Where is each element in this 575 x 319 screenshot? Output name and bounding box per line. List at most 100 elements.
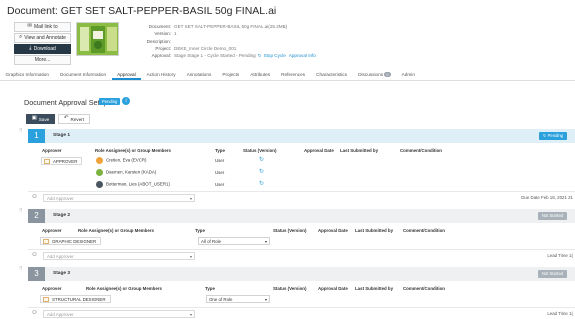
pending-spinner-icon: ↻ <box>259 157 265 163</box>
stage-2-header[interactable]: 2 Stage 2 Not Started <box>28 209 575 223</box>
view-annotate-button[interactable]: ⌕ View and Annotate <box>14 33 71 43</box>
pending-spinner-icon: ↻ <box>259 169 265 175</box>
refresh-icon[interactable]: ↻ <box>258 52 262 59</box>
col-role: Role Assignee(s) or Group Members <box>95 148 171 153</box>
chevron-down-icon: ▾ <box>264 297 267 302</box>
chevron-down-icon: ▾ <box>189 311 192 317</box>
add-user-icon: ⚇ <box>32 194 37 200</box>
pending-spinner-icon: ↻ <box>259 181 265 187</box>
page-title: Document Approval Setup <box>24 98 108 107</box>
col-last-submitted: Last Submitted by <box>340 148 379 153</box>
stop-cycle-link[interactable]: Stop Cycle <box>264 52 286 59</box>
chevron-down-icon: ▾ <box>189 253 192 259</box>
stage-status-badge: Not Started <box>537 270 567 278</box>
list-item[interactable]: Cretien, Eva (EVCR) <box>96 157 147 164</box>
drag-handle-icon[interactable]: ⠿ <box>19 266 23 272</box>
role-icon <box>43 238 49 244</box>
col-type: Type <box>205 286 215 291</box>
tab-references[interactable]: References <box>276 68 311 80</box>
col-approval-date: Approval Date <box>304 148 334 153</box>
document-title-name: GET SET SALT-PEPPER-BASIL 50g FINAL.ai <box>60 5 277 17</box>
col-status: Status (Version) <box>273 286 307 291</box>
avatar <box>96 157 103 164</box>
col-comment: Comment/Condition <box>403 228 445 233</box>
col-approver: Approver <box>42 286 62 291</box>
stage-status-badge: Not Started <box>537 212 567 220</box>
col-role: Role Assignee(s) or Group Members <box>78 228 154 233</box>
stage-number: 3 <box>28 267 45 281</box>
col-status: Status (Version) <box>273 228 307 233</box>
tab-graphics-information[interactable]: Graphics Information <box>0 68 55 80</box>
info-icon[interactable]: i <box>122 97 130 105</box>
drag-handle-icon[interactable]: ⠿ <box>19 128 23 134</box>
revert-button[interactable]: ↶ Revert <box>58 114 90 124</box>
col-approver: Approver <box>42 148 62 153</box>
approver-role[interactable]: APPROVER <box>41 157 83 165</box>
lead-time: Lead Time 1( <box>547 311 573 316</box>
document-thumbnail[interactable] <box>76 22 119 56</box>
tab-bar: Graphics Information Document Informatio… <box>0 68 575 81</box>
add-approver-row: ⚇ Add Approver ▾ Due Date Feb 18, 2021 2… <box>28 191 575 202</box>
list-item[interactable]: Daemen, Karsten (KADA) <box>96 169 156 176</box>
stage-name: Stage 1 <box>53 133 71 138</box>
avatar <box>96 181 103 188</box>
tab-attributes[interactable]: Attributes <box>245 68 276 80</box>
tab-document-information[interactable]: Document Information <box>55 68 112 80</box>
document-metadata: Document: GET SET SALT-PEPPER-BASIL 50g F… <box>146 24 316 59</box>
approver-role[interactable]: STRUCTURAL DESIGNER <box>40 295 111 303</box>
undo-icon: ↶ <box>63 115 69 122</box>
member-type: User <box>215 170 225 175</box>
col-role: Role Assignee(s) or Group Members <box>86 286 162 291</box>
approver-role[interactable]: GRAPHIC DESIGNER <box>40 237 102 245</box>
add-approver-row: ⚇ Add Approver ▾ Lead Time 1( <box>28 307 575 318</box>
mail-link-button[interactable]: ✉ Mail link to <box>14 22 71 32</box>
add-approver-input[interactable]: Add Approver ▾ <box>43 251 195 260</box>
list-item[interactable]: Botterman, Lies (ABOT_USER1) <box>96 181 170 188</box>
tab-annotations[interactable]: Annotations <box>181 68 217 80</box>
col-type: Type <box>215 148 225 153</box>
tab-approval[interactable]: Approval <box>111 68 142 80</box>
chevron-down-icon: ▾ <box>189 195 192 201</box>
col-approval-date: Approval Date <box>318 286 348 291</box>
stage-name: Stage 2 <box>53 213 71 218</box>
save-icon: ▣ <box>31 115 37 122</box>
approval-status: Stage Stage 1 - Cycle Started - Pending <box>174 53 256 59</box>
save-button[interactable]: ▣ Save <box>26 114 55 124</box>
type-select[interactable]: One of Role ▾ <box>206 295 270 303</box>
document-filename: GET SET SALT-PEPPER-BASIL 50g FINAL.ai(2… <box>174 24 288 29</box>
version-value: 1 <box>174 31 177 37</box>
drag-handle-icon[interactable]: ⠿ <box>19 208 23 214</box>
lead-time: Lead Time 1( <box>547 253 573 258</box>
stage-3-header[interactable]: 3 Stage 3 Not Started <box>28 267 575 281</box>
approval-info-link[interactable]: Approval Info <box>289 52 316 59</box>
refresh-icon: ↻ <box>542 133 547 138</box>
stage-status-badge: ↻ Pending <box>538 132 567 140</box>
type-select[interactable]: All of Role ▾ <box>198 237 270 245</box>
project-link[interactable]: DEKE_Inner Circle Demo_001 <box>174 45 236 52</box>
document-title-prefix: Document: <box>7 5 58 17</box>
col-approver: Approver <box>42 228 62 233</box>
stage-1-header[interactable]: 1 Stage 1 ↻ Pending <box>28 129 575 143</box>
document-title: Document: GET SET SALT-PEPPER-BASIL 50g … <box>7 5 276 17</box>
tab-characteristics[interactable]: Characteristics <box>311 68 353 80</box>
download-button[interactable]: ⤓ Download <box>14 44 71 54</box>
status-badge: Pending <box>99 98 121 105</box>
tab-action-history[interactable]: Action History <box>141 68 181 80</box>
more-button[interactable]: More... <box>14 55 71 65</box>
col-comment: Comment/Condition <box>403 286 445 291</box>
role-icon <box>44 158 50 164</box>
tab-discussions[interactable]: Discussions 0 <box>353 68 397 80</box>
chevron-down-icon: ▾ <box>264 239 267 244</box>
due-date: Due Date Feb 18, 2021 21 <box>521 195 573 200</box>
tab-projects[interactable]: Projects <box>217 68 245 80</box>
tab-admin[interactable]: Admin <box>396 68 420 80</box>
stage-number: 2 <box>28 209 45 223</box>
add-approver-input[interactable]: Add Approver ▾ <box>43 309 195 318</box>
add-approver-input[interactable]: Add Approver ▾ <box>43 193 195 202</box>
col-status: Status (Version) <box>243 148 277 153</box>
member-type: User <box>215 158 225 163</box>
add-approver-row: ⚇ Add Approver ▾ Lead Time 1( <box>28 249 575 260</box>
thumbnail-image <box>77 23 118 55</box>
col-approval-date: Approval Date <box>318 228 348 233</box>
member-type: User <box>215 182 225 187</box>
